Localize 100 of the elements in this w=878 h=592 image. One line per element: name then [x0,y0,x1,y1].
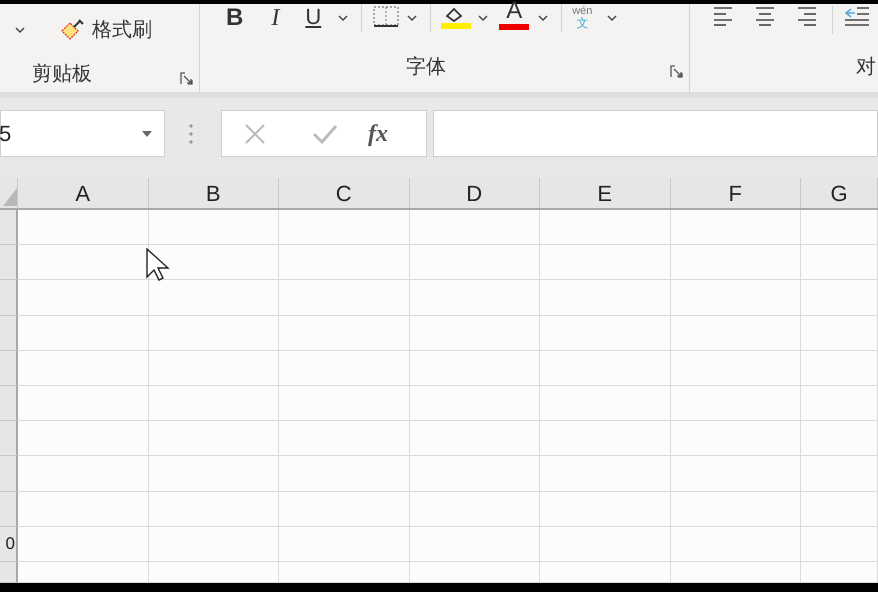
grid-cell[interactable] [18,245,148,280]
column-header[interactable]: B [148,178,279,208]
row-header[interactable] [0,316,18,351]
grid-cell[interactable] [670,526,801,562]
font-color-button[interactable]: A [499,0,530,30]
grid-cell[interactable] [670,492,801,527]
grid-cell[interactable] [801,210,878,246]
row-header[interactable]: 0 [0,526,18,562]
grid-cell[interactable] [18,316,148,351]
border-icon[interactable] [372,6,400,28]
format-painter-button[interactable]: 格式刷 [58,15,152,45]
grid-cell[interactable] [801,562,878,583]
column-header[interactable]: F [670,178,801,208]
grid-cell[interactable] [279,280,410,316]
bold-button[interactable]: B [226,0,244,36]
grid-cell[interactable] [279,562,410,583]
drag-handle-icon[interactable] [189,124,193,144]
grid-cell[interactable] [670,210,801,246]
row-header[interactable] [0,210,18,246]
grid-cell[interactable] [410,562,540,583]
grid-cell[interactable] [18,421,148,456]
grid-cell[interactable] [148,280,279,316]
grid-cell[interactable] [148,456,279,492]
column-header[interactable]: E [540,178,670,208]
grid-cell[interactable] [18,210,148,246]
grid-cell[interactable] [801,526,878,562]
select-all-corner[interactable] [0,178,18,208]
grid-cell[interactable] [279,245,410,280]
column-header[interactable]: C [279,178,410,208]
grid-cell[interactable] [410,526,540,562]
row-header[interactable] [0,386,18,422]
grid-cell[interactable] [540,456,670,492]
grid-cell[interactable] [801,316,878,351]
grid-cell[interactable] [801,280,878,316]
grid-cell[interactable] [279,526,410,562]
grid-cell[interactable] [279,492,410,527]
italic-button[interactable]: I [271,0,280,36]
grid-cell[interactable] [18,386,148,422]
grid-cell[interactable] [410,492,540,527]
grid-cell[interactable] [670,350,801,386]
grid-cell[interactable] [148,421,279,456]
grid-cell[interactable] [18,350,148,386]
grid-cell[interactable] [279,350,410,386]
grid-cell[interactable] [540,421,670,456]
grid-cell[interactable] [670,245,801,280]
grid-cell[interactable] [540,562,670,583]
column-header[interactable]: D [410,178,540,208]
grid-cell[interactable] [801,350,878,386]
grid-cell[interactable] [540,245,670,280]
grid-cell[interactable] [410,245,540,280]
grid-cell[interactable] [279,456,410,492]
chevron-down-icon[interactable] [477,14,490,22]
grid-cell[interactable] [670,386,801,422]
grid-cell[interactable] [279,421,410,456]
grid-cell[interactable] [148,245,279,280]
grid-cell[interactable] [540,492,670,527]
row-header[interactable] [0,456,18,492]
underline-button[interactable]: U [305,0,322,33]
grid-cell[interactable] [18,456,148,492]
chevron-down-icon[interactable] [406,14,418,22]
grid-cell[interactable] [148,492,279,527]
name-box[interactable]: 5 [0,110,165,157]
chevron-down-icon[interactable] [14,26,26,34]
grid-cell[interactable] [670,316,801,351]
grid-cell[interactable] [801,492,878,527]
check-icon[interactable] [312,124,338,144]
grid-cell[interactable] [540,526,670,562]
grid-cell[interactable] [410,316,540,351]
row-header[interactable] [0,280,18,316]
grid-cell[interactable] [148,210,279,246]
grid-cell[interactable] [540,316,670,351]
grid-cell[interactable] [540,210,670,246]
grid-cell[interactable] [18,562,148,583]
decrease-indent-icon[interactable] [843,6,869,26]
dialog-launcher-icon[interactable] [670,64,683,78]
grid-cell[interactable] [148,316,279,351]
phonetic-guide-button[interactable]: wén 文 [572,5,592,29]
chevron-down-icon[interactable] [606,14,618,22]
grid-cell[interactable] [148,386,279,422]
column-header[interactable]: G [801,178,878,208]
close-icon[interactable] [244,122,266,144]
formula-input-field[interactable] [433,110,878,157]
grid-cell[interactable] [148,350,279,386]
grid-cell[interactable] [18,526,148,562]
grid-cell[interactable] [540,350,670,386]
grid-cell[interactable] [801,421,878,456]
grid-cell[interactable] [670,456,801,492]
grid-cell[interactable] [801,386,878,422]
grid-cell[interactable] [410,456,540,492]
insert-function-button[interactable]: fx [368,116,388,152]
grid-cell[interactable] [410,421,540,456]
grid-cell[interactable] [670,280,801,316]
column-header[interactable]: A [18,178,148,208]
grid-cell[interactable] [18,492,148,527]
grid-cell[interactable] [540,280,670,316]
chevron-down-icon[interactable] [537,14,550,22]
grid-cell[interactable] [279,210,410,246]
grid-cell[interactable] [148,562,279,583]
grid-cell[interactable] [540,386,670,422]
grid-cell[interactable] [410,386,540,422]
